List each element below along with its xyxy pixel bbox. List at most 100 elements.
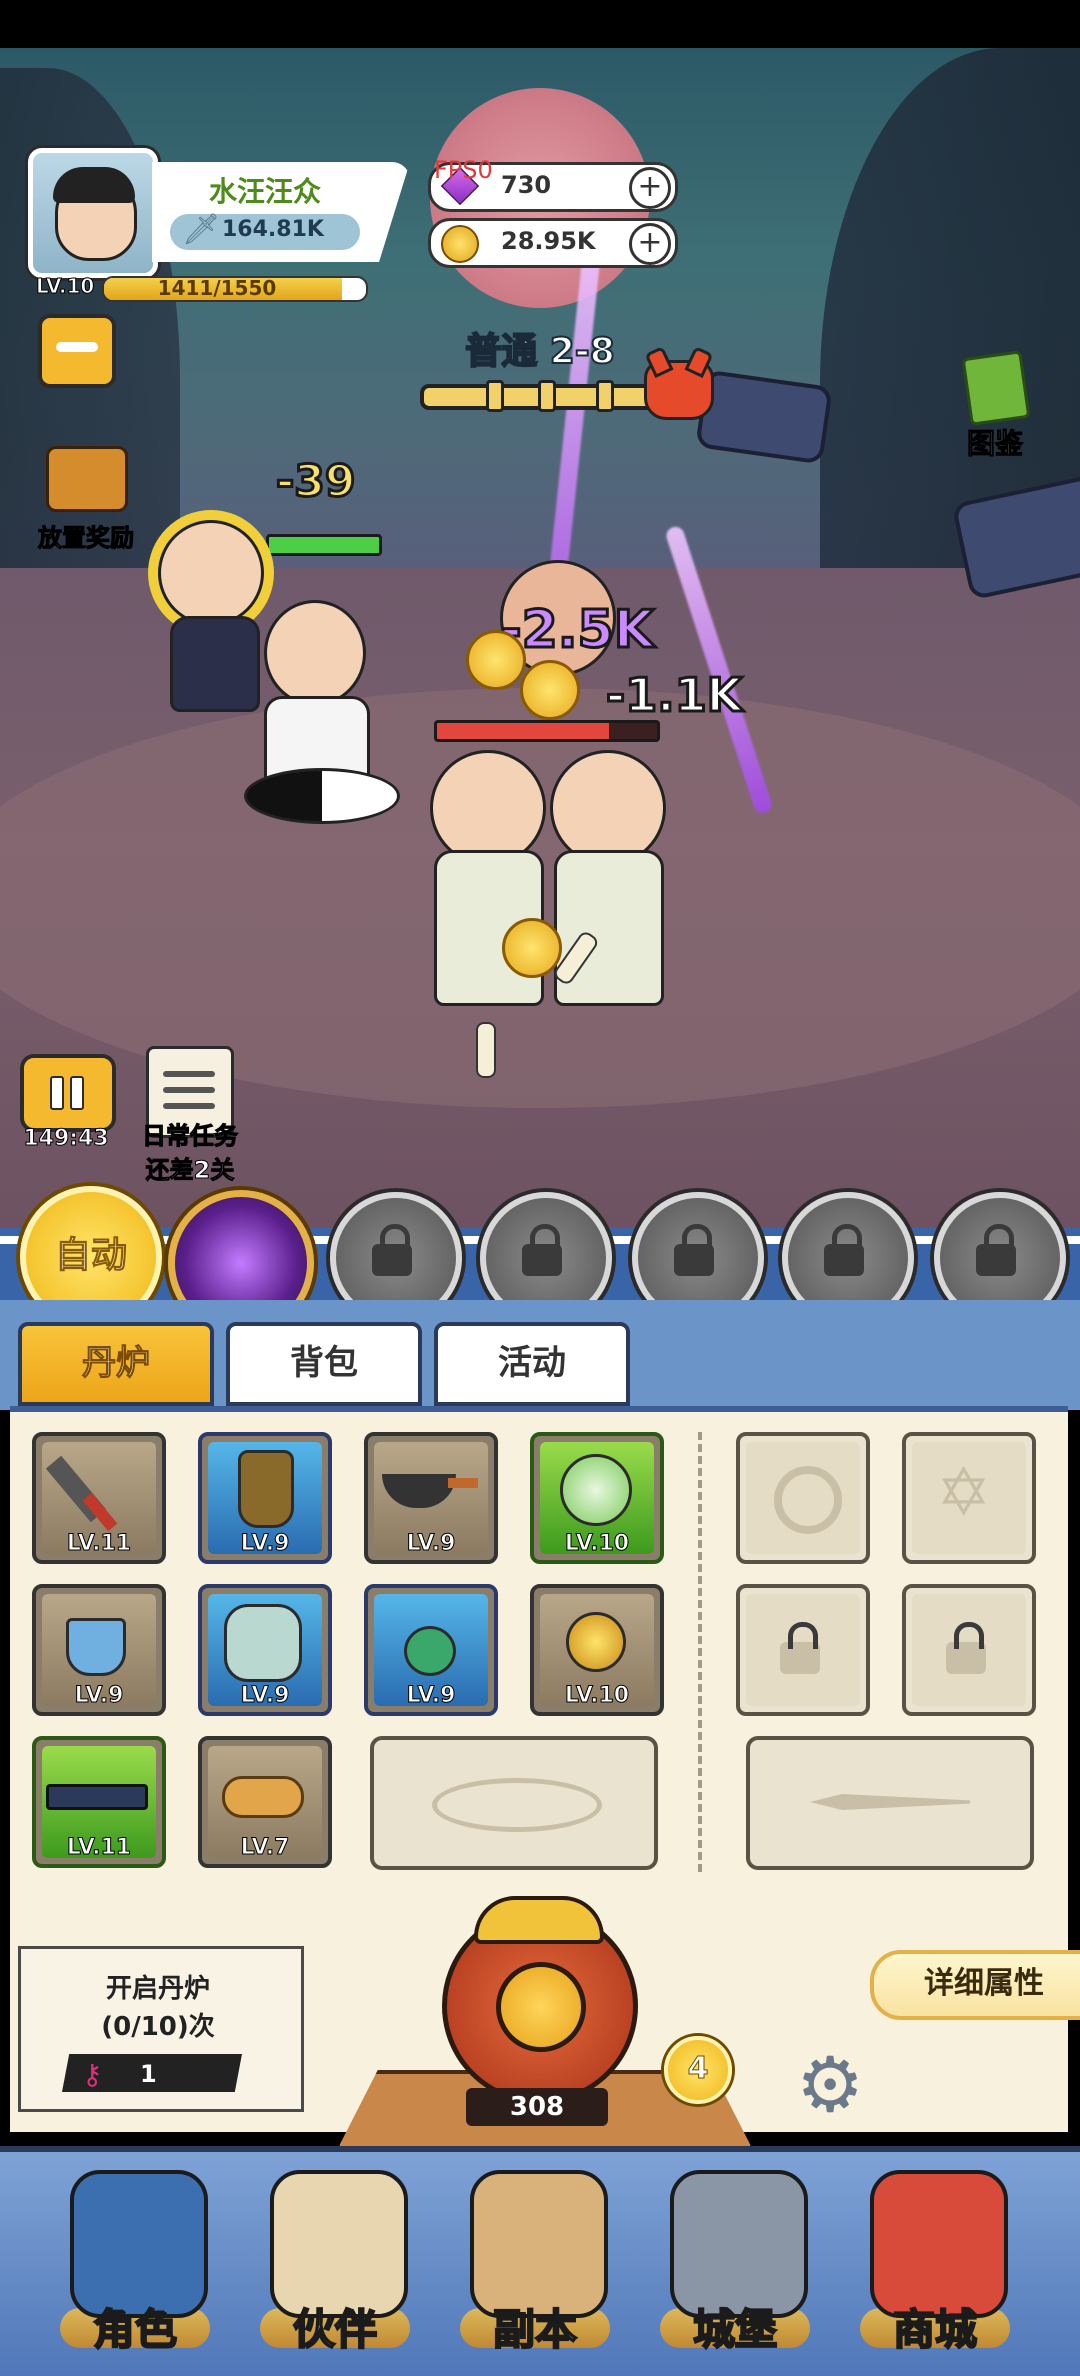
equipment-slot[interactable]: LV.9 [198,1584,332,1716]
key-icon: ⚷ [82,2058,103,2091]
locked-gear-slot[interactable] [902,1584,1036,1716]
equipment-level: LV.9 [240,1683,290,1709]
key-count: 1 [140,2060,157,2088]
codex-label: 图鉴 [966,427,1023,461]
equipment-slot[interactable]: LV.9 [364,1584,498,1716]
locked-gear-slot[interactable] [736,1584,870,1716]
boss-icon [644,360,714,420]
pause-button[interactable] [20,1054,116,1132]
equipment-slot[interactable]: LV.9 [32,1584,166,1716]
equipment-slot[interactable]: LV.9 [198,1432,332,1564]
stage-node [538,380,556,412]
avatar-hair [53,167,135,203]
hero-head [158,520,264,626]
daily-task-label: 日常任务 [142,1122,239,1151]
treasure-chest-icon[interactable] [46,446,128,512]
stage-title: 普通 2-8 [464,330,616,373]
lock-icon [674,1224,714,1276]
hero-head [264,600,366,706]
daily-task-remaining: 还差2关 [145,1156,235,1185]
nav-label: 伙伴 [292,2304,378,2355]
menu-button[interactable] [38,314,116,388]
coin-icon [441,225,479,263]
equipment-level: LV.9 [74,1683,124,1709]
player-hp-bar [266,534,382,556]
formation-slot[interactable] [370,1736,658,1870]
tab-furnace[interactable]: 丹炉 [18,1322,214,1406]
sword-silhouette-icon [810,1794,970,1810]
lock-icon [946,1622,986,1674]
idle-reward-label: 放置奖励 [38,524,135,553]
nav-shop[interactable]: 商城 [840,2170,1030,2360]
formation-icon [432,1778,602,1832]
combat-power: 164.81K [222,217,324,242]
enemy-head [430,750,546,866]
weapon-slot[interactable] [746,1736,1034,1870]
forge-total: 308 [466,2088,608,2126]
nav-partner[interactable]: 伙伴 [240,2170,430,2360]
forge-level-badge: 4 [664,2036,732,2104]
lock-icon [824,1224,864,1276]
cauldron-core [496,1962,586,2052]
lock-icon [976,1224,1016,1276]
equipment-slot[interactable]: LV.10 [530,1584,664,1716]
player-level: LV.10 [35,274,95,299]
damage-number: -39 [275,455,357,509]
yin-yang-icon [244,768,400,824]
equipment-level: LV.11 [66,1531,132,1557]
game-screen: 水汪汪众 🗡 164.81K LV.10 1411/1550 730 + FPS… [0,0,1080,2376]
lock-icon [522,1224,562,1276]
nav-label: 商城 [892,2304,978,2355]
codex-icon[interactable] [961,350,1031,426]
task-line [163,1103,215,1109]
nav-castle[interactable]: 城堡 [640,2170,830,2360]
bone-icon [476,1022,496,1078]
stage-node [596,380,614,412]
equipment-level: LV.9 [240,1531,290,1557]
equipment-level: LV.10 [564,1683,630,1709]
detail-attributes-button[interactable]: 详细属性 [870,1950,1080,2020]
equipment-slot[interactable]: LV.7 [198,1736,332,1868]
cauldron-lid [474,1896,604,1944]
enemy-head [550,750,666,866]
nav-label: 角色 [92,2304,178,2355]
locked-gear-slot[interactable] [736,1432,870,1564]
tab-activity[interactable]: 活动 [434,1322,630,1406]
exp-text: 1411/1550 [157,276,277,300]
equipment-level: LV.9 [406,1531,456,1557]
locked-gear-slot[interactable]: ✡ [902,1432,1036,1564]
player-hp-fill [269,537,379,553]
enemy-hp-bar [434,720,660,742]
coin-drop-icon [520,660,580,720]
equipment-level: LV.7 [240,1835,290,1861]
equipment-slot[interactable]: LV.10 [530,1432,664,1564]
enemy-hp-fill [437,723,609,739]
player-avatar[interactable] [28,148,158,278]
hero-body [170,616,260,712]
equipment-level: LV.11 [66,1835,132,1861]
gem-value: 730 [501,171,552,199]
gear-icon[interactable]: ⚙ [796,2047,906,2123]
add-coins-button[interactable]: + [629,223,671,265]
lock-icon [780,1622,820,1674]
nav-label: 城堡 [692,2304,778,2355]
coin-counter: 28.95K + [428,218,678,268]
coin-drop-icon [502,918,562,978]
nav-dungeon[interactable]: 副本 [440,2170,630,2360]
add-gems-button[interactable]: + [629,167,671,209]
equipment-slot[interactable]: LV.11 [32,1432,166,1564]
coin-value: 28.95K [501,227,596,255]
ring-slot-icon [774,1466,842,1534]
hexagram-icon: ✡ [936,1454,992,1531]
battle-timer: 149:43 [23,1126,109,1152]
equipment-slot[interactable]: LV.9 [364,1432,498,1564]
player-name: 水汪汪众 [208,175,321,208]
forge-count-label: (0/10)次 [101,2012,215,2042]
forge-open-label: 开启丹炉 [105,1974,210,2004]
equipment-slot[interactable]: LV.11 [32,1736,166,1868]
fps-label: FPS0 [434,156,493,184]
damage-number: -1.1K [604,667,743,724]
tab-backpack[interactable]: 背包 [226,1322,422,1406]
nav-character[interactable]: 角色 [40,2170,230,2360]
equipment-level: LV.10 [564,1531,630,1557]
